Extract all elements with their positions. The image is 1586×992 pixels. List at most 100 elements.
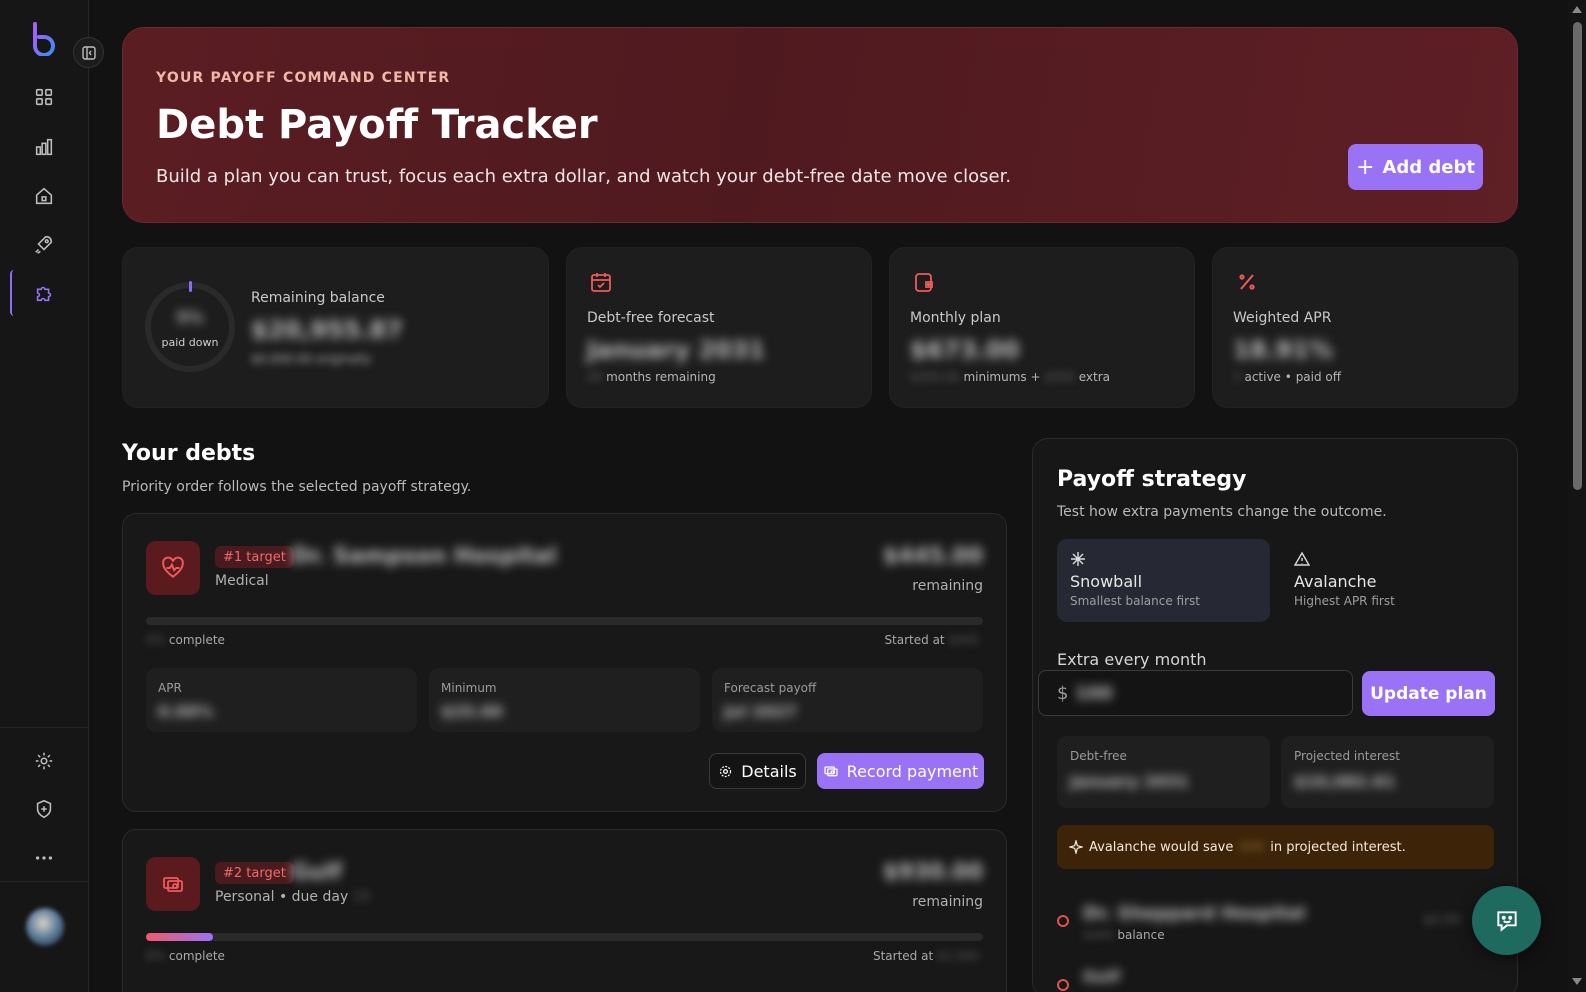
add-debt-label: Add debt — [1382, 156, 1475, 178]
savings-prefix: Avalanche would save — [1089, 839, 1234, 855]
nav-goals[interactable] — [31, 231, 57, 257]
complete-percent: 8% — [146, 949, 166, 963]
progress-bar — [146, 617, 983, 625]
extra-amount: $000 — [1044, 370, 1075, 384]
stat-label: Monthly plan — [910, 310, 1001, 326]
ring-percent: 5% — [176, 308, 204, 327]
remaining-label: remaining — [912, 894, 983, 910]
sidebar-divider — [0, 881, 89, 882]
complete-text: 0% complete — [146, 633, 225, 647]
savings-suffix: in projected interest. — [1270, 839, 1406, 855]
details-label: Details — [741, 761, 797, 781]
heart-pulse-icon — [162, 556, 184, 578]
percent-icon — [1239, 274, 1255, 290]
strategy-desc: Smallest balance first — [1070, 594, 1200, 608]
minimums-label: minimums + — [963, 370, 1041, 384]
stat-sub: 3 active • paid off — [1233, 370, 1341, 384]
cash-stack-icon — [163, 877, 183, 892]
add-debt-button[interactable]: + Add debt — [1348, 144, 1483, 190]
savings-amount: $90 — [1239, 839, 1265, 855]
plus-icon: + — [1356, 154, 1375, 180]
separator-dot: • — [1284, 370, 1292, 384]
cash-icon — [824, 766, 838, 777]
months-label: months remaining — [606, 370, 716, 384]
progress-fill — [146, 933, 213, 941]
complete-label: complete — [168, 949, 225, 963]
chat-bot-icon — [1496, 910, 1517, 932]
record-payment-label: Record payment — [846, 761, 979, 781]
shield-plus-icon — [36, 799, 52, 819]
metric-forecast-payoff: Forecast payoff Jul 2027 — [712, 668, 983, 732]
bar-chart-icon — [35, 138, 53, 156]
extra-monthly-label: Extra every month — [1057, 650, 1207, 669]
result-label: Debt-free — [1070, 749, 1127, 763]
strategy-option-avalanche[interactable]: Avalanche Highest APR first — [1281, 539, 1494, 622]
debt-amount: $445.00 — [882, 544, 983, 569]
result-projected-interest: Projected interest $10,082.61 — [1281, 736, 1494, 808]
stat-value: 18.91% — [1233, 336, 1333, 364]
result-value: January 2031 — [1070, 772, 1189, 791]
sidebar — [0, 0, 89, 992]
scroll-up-arrow[interactable] — [1572, 6, 1582, 13]
extra-amount-value: 100 — [1075, 683, 1113, 704]
app-logo[interactable] — [30, 22, 58, 56]
started-value: $1,000 — [937, 949, 979, 963]
debt-amount: $930.00 — [882, 860, 983, 885]
debt-category-icon — [146, 857, 200, 911]
order-balance-label: balance — [1117, 928, 1165, 942]
strategy-desc: Highest APR first — [1294, 594, 1395, 608]
nav-debts[interactable] — [31, 280, 57, 306]
order-debt-amount: $0.00 — [1423, 913, 1461, 928]
scroll-thumb[interactable] — [1573, 22, 1582, 490]
months-count: 00 — [587, 370, 603, 384]
strategy-option-snowball[interactable]: Snowball Smallest balance first — [1057, 539, 1270, 622]
due-day-value: 15 — [352, 889, 371, 905]
scroll-down-arrow[interactable] — [1572, 978, 1582, 985]
snowflake-icon — [1071, 552, 1085, 566]
home-icon — [35, 187, 53, 205]
sidebar-divider — [0, 727, 89, 728]
grid-icon — [35, 88, 53, 106]
nav-dashboard[interactable] — [31, 84, 57, 110]
details-button[interactable]: Details — [709, 753, 806, 789]
nav-reports[interactable] — [31, 134, 57, 160]
result-value: $10,082.61 — [1294, 772, 1396, 791]
debt-card[interactable]: #1 target Dr. Sampson Hospital Medical $… — [122, 513, 1007, 812]
nav-more[interactable] — [31, 845, 57, 871]
page-scrollbar[interactable] — [1568, 0, 1586, 992]
extra-amount-input[interactable]: $ 100 — [1038, 670, 1353, 716]
target-badge: #1 target — [215, 546, 294, 568]
debts-section-subtitle: Priority order follows the selected payo… — [122, 479, 472, 495]
ring-progress-tick — [189, 281, 192, 292]
nav-home[interactable] — [31, 183, 57, 209]
started-value: $445 — [948, 633, 979, 647]
nav-settings[interactable] — [31, 748, 57, 774]
hero-eyebrow: YOUR PAYOFF COMMAND CENTER — [156, 70, 451, 86]
strategy-subtitle: Test how extra payments change the outco… — [1057, 504, 1387, 520]
stat-debt-free-forecast: Debt-free forecast January 2031 00 month… — [566, 247, 872, 408]
gear-icon — [720, 765, 732, 777]
sidebar-collapse-button[interactable] — [73, 37, 104, 68]
complete-text: 8% complete — [146, 949, 225, 963]
stat-sub: $000.00 minimums + $000 extra — [910, 370, 1110, 384]
update-plan-button[interactable]: Update plan — [1362, 671, 1495, 716]
strategy-name: Snowball — [1070, 572, 1143, 591]
paid-off-label: paid off — [1295, 370, 1342, 384]
calendar-icon — [591, 273, 611, 292]
stat-value: $20,955.87 — [251, 316, 403, 344]
avatar[interactable] — [26, 908, 64, 946]
debt-name: Dr. Sampson Hospital — [291, 544, 557, 569]
started-text: Started at $445 — [884, 633, 979, 647]
sidebar-toggle-icon — [81, 45, 96, 60]
payoff-strategy-panel: Payoff strategy Test how extra payments … — [1032, 438, 1518, 992]
strategy-name: Avalanche — [1294, 572, 1377, 591]
debt-card[interactable]: #2 target Gulf Personal • due day 15 $93… — [122, 829, 1007, 992]
progress-bar — [146, 933, 983, 941]
metric-label: APR — [158, 681, 182, 695]
chat-button[interactable] — [1472, 886, 1541, 955]
paid-down-ring — [145, 282, 235, 372]
nav-security[interactable] — [31, 796, 57, 822]
record-payment-button[interactable]: Record payment — [817, 753, 984, 789]
page-title: Debt Payoff Tracker — [156, 102, 598, 148]
metric-minimum: Minimum $25.00 — [429, 668, 700, 732]
